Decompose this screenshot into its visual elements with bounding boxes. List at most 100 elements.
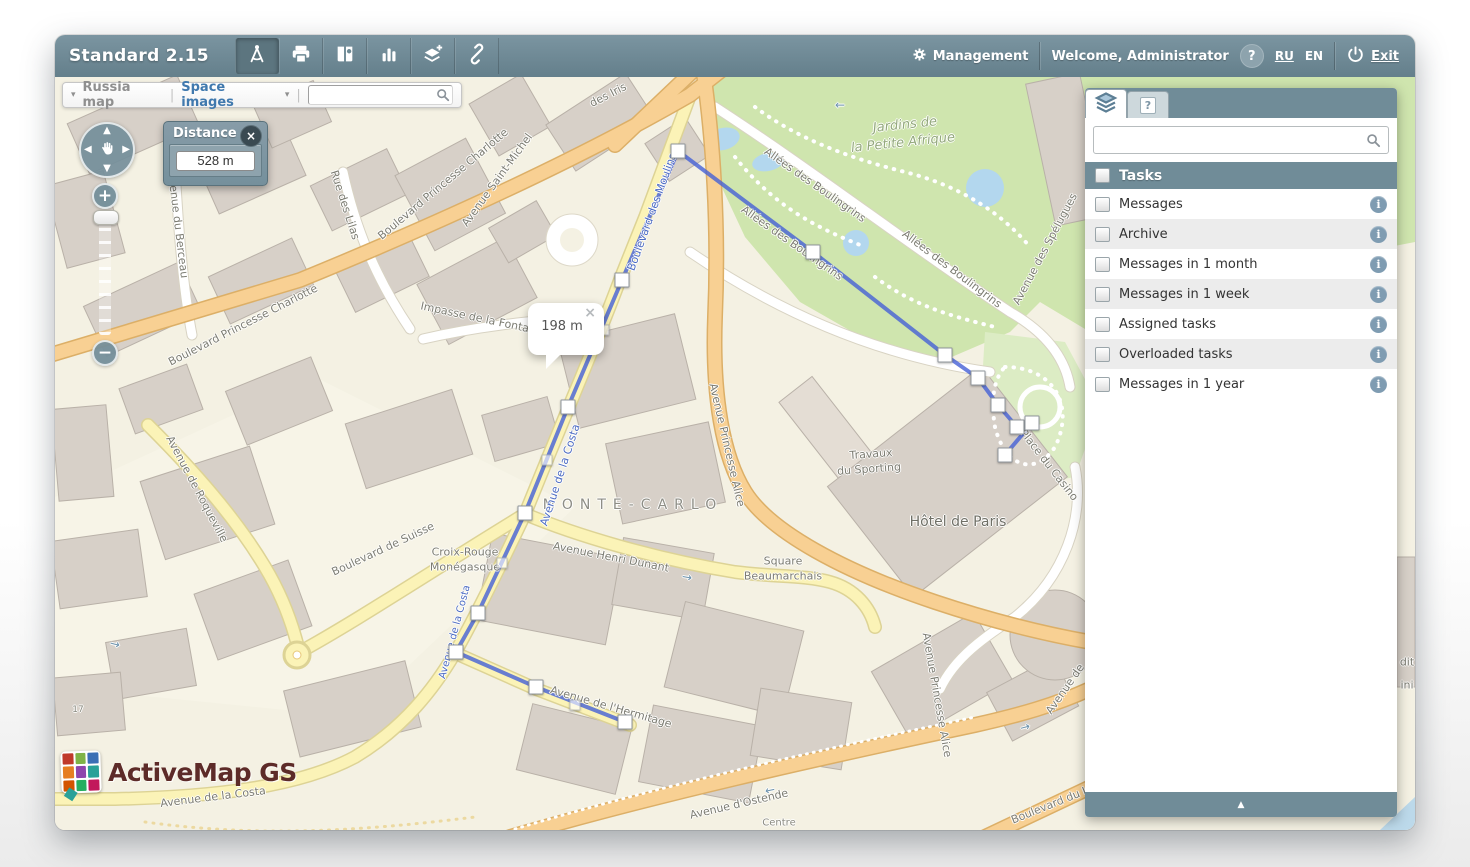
print-button[interactable] (279, 38, 323, 74)
task-checkbox[interactable] (1095, 317, 1110, 332)
help-button[interactable]: ? (1240, 44, 1264, 68)
task-label: Messages in 1 week (1119, 287, 1361, 302)
task-row[interactable]: Messages i (1085, 189, 1397, 219)
share-link-button[interactable] (455, 38, 499, 74)
layers-panel: ? Tasks MessagesiArchiveiMessages in 1 m… (1085, 88, 1397, 817)
tasks-group-header: Tasks (1085, 162, 1397, 189)
measure-vertex[interactable] (1010, 420, 1025, 435)
divider: | (296, 88, 300, 103)
info-icon[interactable]: i (1370, 226, 1387, 243)
layers-icon (1094, 90, 1118, 118)
tab-help[interactable]: ? (1127, 91, 1169, 118)
measure-vertex[interactable] (449, 645, 464, 660)
task-row[interactable]: Overloaded tasks i (1085, 339, 1397, 369)
activemap-logo-icon (60, 750, 101, 793)
base-map-select[interactable]: Russia map (83, 80, 163, 110)
info-icon[interactable]: i (1370, 346, 1387, 363)
info-icon[interactable]: i (1370, 196, 1387, 213)
measure-vertex[interactable] (671, 144, 686, 159)
pan-left-icon[interactable]: ◀ (84, 145, 92, 155)
info-icon[interactable]: i (1370, 376, 1387, 393)
help-doc-icon: ? (1140, 97, 1156, 114)
tasks-group-label: Tasks (1119, 168, 1162, 184)
pan-right-icon[interactable]: ▶ (122, 145, 130, 155)
measure-vertex[interactable] (806, 245, 821, 260)
map-search-input[interactable] (312, 87, 442, 103)
task-label: Messages in 1 month (1119, 257, 1361, 272)
measure-vertex-minor[interactable] (570, 700, 581, 711)
app-title: Standard 2.15 (55, 46, 235, 66)
reports-button[interactable] (323, 38, 367, 74)
chevron-down-icon[interactable]: ▾ (71, 90, 76, 100)
measure-vertex[interactable] (618, 715, 633, 730)
task-row[interactable]: Messages in 1 yeari (1085, 369, 1397, 399)
layer-search-input[interactable] (1093, 126, 1389, 154)
zoom-out-button[interactable]: − (92, 340, 118, 366)
zoom-slider-handle[interactable] (93, 210, 119, 225)
measure-vertex[interactable] (518, 506, 533, 521)
task-label: Assigned tasks (1119, 317, 1361, 332)
measure-segment-tooltip: × 198 m (528, 303, 604, 355)
task-checkbox[interactable] (1095, 347, 1110, 362)
brand-name: ActiveMap GS (108, 758, 297, 787)
task-label: Messages (1119, 197, 1361, 212)
task-checkbox[interactable] (1095, 287, 1110, 302)
statistics-button[interactable] (367, 38, 411, 74)
measure-vertex[interactable] (471, 606, 486, 621)
lang-ru-link[interactable]: RU (1275, 49, 1294, 63)
management-button[interactable]: Management (912, 47, 1029, 66)
measure-vertex[interactable] (615, 273, 630, 288)
info-icon[interactable]: i (1370, 256, 1387, 273)
tab-layers[interactable] (1085, 89, 1127, 118)
measure-vertex[interactable] (991, 398, 1006, 413)
search-icon[interactable] (436, 88, 450, 102)
power-icon (1346, 45, 1365, 68)
measure-vertex-minor[interactable] (542, 455, 553, 466)
measure-vertex[interactable] (1025, 416, 1040, 431)
task-label: Archive (1119, 227, 1361, 242)
tasks-group-checkbox[interactable] (1095, 168, 1110, 183)
close-icon[interactable]: × (584, 306, 596, 320)
distance-value-field[interactable] (176, 151, 255, 171)
distance-widget: Distance × (163, 121, 268, 186)
overlay-map-select[interactable]: Space images (181, 80, 278, 110)
search-icon[interactable] (1366, 133, 1381, 148)
toolbar-divider (1039, 42, 1040, 70)
measure-vertex[interactable] (561, 400, 576, 415)
measure-vertex[interactable] (529, 680, 544, 695)
hand-icon (99, 140, 116, 160)
zoom-slider-track[interactable] (99, 215, 111, 335)
chevron-down-icon[interactable]: ▾ (285, 90, 290, 100)
task-label: Overloaded tasks (1119, 347, 1361, 362)
link-icon (466, 43, 488, 69)
measure-vertex[interactable] (971, 371, 986, 386)
task-row[interactable]: Assigned tasks i (1085, 309, 1397, 339)
pan-down-icon[interactable]: ▼ (103, 164, 111, 174)
pan-up-icon[interactable]: ▲ (103, 126, 111, 136)
pan-control[interactable]: ▲ ▼ ◀ ▶ (79, 122, 135, 178)
panel-tabbar: ? (1085, 88, 1397, 118)
close-icon[interactable]: × (240, 125, 262, 147)
add-layer-button[interactable] (411, 38, 455, 74)
task-row[interactable]: Messages in 1 month i (1085, 249, 1397, 279)
report-book-icon (334, 43, 356, 69)
task-row[interactable]: Archive i (1085, 219, 1397, 249)
task-list: MessagesiArchiveiMessages in 1 monthiMes… (1085, 189, 1397, 399)
map-search-box (308, 85, 453, 105)
panel-collapse-button[interactable]: ▲ (1085, 792, 1397, 817)
measure-vertex[interactable] (998, 448, 1013, 463)
management-label: Management (933, 49, 1029, 64)
measure-vertex-minor[interactable] (497, 558, 508, 569)
task-checkbox[interactable] (1095, 197, 1110, 212)
task-checkbox[interactable] (1095, 377, 1110, 392)
zoom-in-button[interactable]: + (92, 183, 118, 209)
exit-button[interactable]: Exit (1346, 45, 1399, 68)
info-icon[interactable]: i (1370, 316, 1387, 333)
measure-vertex[interactable] (938, 348, 953, 363)
measure-tool-button[interactable] (235, 38, 279, 74)
lang-en-label[interactable]: EN (1305, 49, 1323, 63)
info-icon[interactable]: i (1370, 286, 1387, 303)
task-checkbox[interactable] (1095, 257, 1110, 272)
task-checkbox[interactable] (1095, 227, 1110, 242)
task-row[interactable]: Messages in 1 week i (1085, 279, 1397, 309)
